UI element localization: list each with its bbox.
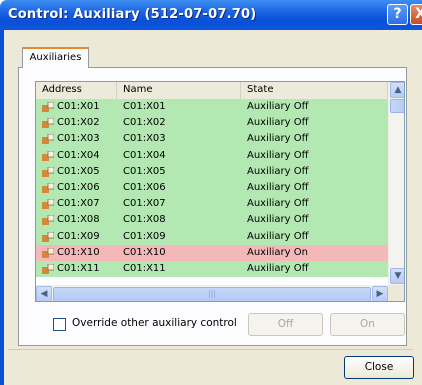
row-state: Auxiliary Off [247, 101, 309, 112]
row-name: C01:X03 [123, 133, 166, 145]
window-title: Control: Auxiliary (512-07-07.70) [8, 7, 257, 22]
auxiliary-device-icon [42, 247, 54, 258]
table-row[interactable]: C01:X05 C01:X05 Auxiliary Off [36, 163, 388, 180]
row-name: C01:X06 [123, 181, 166, 193]
dialog-window: Control: Auxiliary (512-07-07.70) ? X Au… [0, 0, 422, 385]
table-row[interactable]: C01:X10 C01:X10 Auxiliary On [36, 244, 388, 261]
table-row[interactable]: C01:X07 C01:X07 Auxiliary Off [36, 196, 388, 213]
row-state: Auxiliary Off [247, 149, 309, 161]
row-name: C01:X05 [123, 165, 166, 177]
row-name: C01:X11 [123, 262, 166, 274]
separator [8, 349, 413, 350]
auxiliary-device-icon [42, 102, 54, 112]
row-name: C01:X02 [123, 117, 166, 129]
row-address: C01:X02 [57, 117, 100, 129]
vertical-scroll-thumb[interactable] [390, 99, 404, 113]
row-address: C01:X11 [57, 262, 100, 274]
row-state: Auxiliary Off [247, 181, 309, 193]
list-rows: C01:X01 C01:X01 Auxiliary Off C01:X02 C01:X0… [36, 99, 388, 278]
auxiliary-device-icon [42, 150, 54, 161]
table-row[interactable]: C01:X09 C01:X09 Auxiliary Off [36, 228, 388, 245]
row-name: C01:X07 [123, 198, 166, 210]
scroll-down-icon[interactable]: ▼ [390, 268, 404, 284]
table-row[interactable]: C01:X03 C01:X03 Auxiliary Off [36, 131, 388, 148]
off-button[interactable]: Off [248, 313, 323, 336]
close-window-button[interactable]: X [410, 4, 422, 25]
scrollbar-corner [388, 285, 404, 301]
row-address: C01:X04 [57, 149, 100, 161]
horizontal-scrollbar[interactable]: ◀ ||| ▶ [36, 285, 388, 301]
on-button[interactable]: On [330, 313, 405, 336]
auxiliary-device-icon [42, 166, 54, 177]
close-button[interactable]: Close [344, 356, 414, 379]
auxiliary-device-icon [42, 199, 54, 210]
tab-auxiliaries[interactable]: Auxiliaries [22, 47, 89, 68]
table-row[interactable]: C01:X06 C01:X06 Auxiliary Off [36, 179, 388, 197]
row-state: Auxiliary On [247, 246, 308, 258]
row-state: Auxiliary Off [247, 214, 309, 226]
row-address: C01:X05 [57, 165, 100, 177]
table-row[interactable]: C01:X11 C01:X11 Auxiliary Off [36, 260, 388, 278]
column-header-address[interactable]: Address [36, 82, 117, 99]
auxiliary-device-icon [42, 231, 54, 242]
title-bar[interactable]: Control: Auxiliary (512-07-07.70) ? X [0, 0, 422, 30]
help-button[interactable]: ? [387, 4, 408, 25]
column-header-state[interactable]: State [241, 82, 388, 99]
auxiliary-device-icon [42, 182, 54, 193]
list-header: Address Name State [36, 82, 388, 100]
row-state: Auxiliary Off [247, 262, 309, 274]
row-address: C01:X10 [57, 246, 100, 258]
row-state: Auxiliary Off [247, 230, 309, 242]
row-state: Auxiliary Off [247, 198, 309, 210]
row-address: C01:X07 [57, 198, 100, 210]
row-name: C01:X01 [123, 101, 166, 112]
row-address: C01:X08 [57, 214, 100, 226]
auxiliary-device-icon [42, 118, 54, 129]
override-checkbox-label[interactable]: Override other auxiliary control [72, 317, 237, 329]
auxiliary-list[interactable]: Address Name State C01:X01 C01:X01 Auxilia… [35, 81, 405, 302]
row-address: C01:X03 [57, 133, 100, 145]
row-name: C01:X04 [123, 149, 166, 161]
vertical-scrollbar[interactable]: ▲ ▼ [388, 82, 404, 285]
scroll-left-icon[interactable]: ◀ [36, 286, 52, 301]
row-name: C01:X09 [123, 230, 166, 242]
row-state: Auxiliary Off [247, 117, 309, 129]
auxiliary-device-icon [42, 215, 54, 226]
row-name: C01:X10 [123, 246, 166, 258]
row-address: C01:X06 [57, 181, 100, 193]
horizontal-scroll-thumb[interactable]: ||| [53, 287, 371, 301]
scroll-right-icon[interactable]: ▶ [372, 286, 388, 301]
row-address: C01:X01 [57, 101, 100, 112]
table-row[interactable]: C01:X08 C01:X08 Auxiliary Off [36, 212, 388, 229]
row-state: Auxiliary Off [247, 165, 309, 177]
scroll-up-icon[interactable]: ▲ [390, 82, 404, 98]
row-address: C01:X09 [57, 230, 100, 242]
column-header-name[interactable]: Name [117, 82, 241, 99]
row-state: Auxiliary Off [247, 133, 309, 145]
auxiliary-device-icon [42, 134, 54, 145]
table-row[interactable]: C01:X02 C01:X02 Auxiliary Off [36, 115, 388, 132]
row-name: C01:X08 [123, 214, 166, 226]
override-checkbox[interactable] [53, 318, 66, 331]
table-row[interactable]: C01:X01 C01:X01 Auxiliary Off [36, 99, 388, 116]
auxiliary-device-icon [42, 263, 54, 274]
table-row[interactable]: C01:X04 C01:X04 Auxiliary Off [36, 147, 388, 164]
